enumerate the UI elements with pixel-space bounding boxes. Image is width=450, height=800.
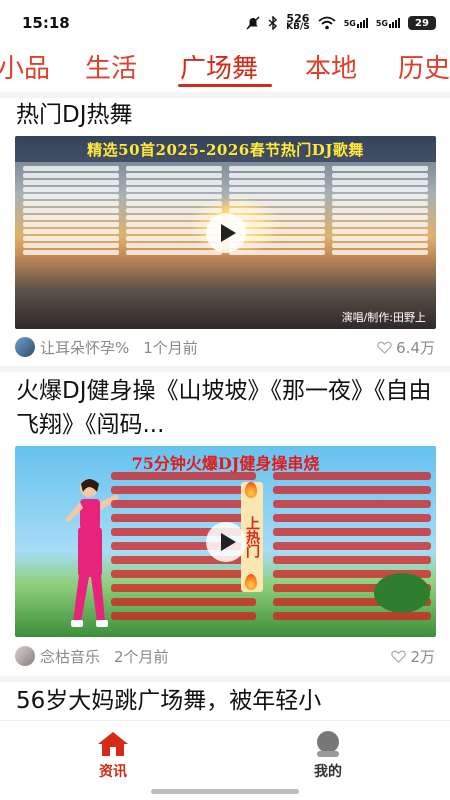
section-divider <box>0 366 450 372</box>
tree-graphic <box>374 573 430 613</box>
avatar[interactable] <box>15 337 35 357</box>
thumbnail-heading: 精选50首2025-2026春节热门DJ歌舞 <box>87 141 364 159</box>
profile-icon <box>317 731 339 757</box>
video-thumbnail[interactable]: 75分钟火爆DJ健身操串烧 上热门 <box>15 446 436 637</box>
tab-shenghuo[interactable]: 生活 <box>85 48 137 85</box>
like-count[interactable]: 6.4万 <box>377 337 435 358</box>
flame-icon <box>245 574 257 590</box>
section-divider <box>0 676 450 682</box>
status-icons: 526 KB/S 5G 5G 29 <box>246 12 436 32</box>
thumbnail-heading: 75分钟火爆DJ健身操串烧 <box>131 454 320 473</box>
flame-icon <box>245 482 257 498</box>
category-tabs: 小品 生活 广场舞 本地 历史 <box>0 44 450 90</box>
video-meta: 念枯音乐 2个月前 2万 <box>15 643 435 669</box>
battery-indicator: 29 <box>408 16 436 30</box>
publish-time: 1个月前 <box>143 338 198 357</box>
video-title[interactable]: 56岁大妈跳广场舞，被年轻小 <box>16 684 436 718</box>
mute-icon <box>246 16 260 30</box>
heart-icon <box>377 341 392 354</box>
status-bar: 15:18 526 KB/S 5G 5G 29 <box>0 0 450 46</box>
wifi-icon <box>318 16 336 30</box>
tab-guangchangwu[interactable]: 广场舞 <box>180 48 258 85</box>
like-count[interactable]: 2万 <box>391 646 435 667</box>
author-name[interactable]: 让耳朵怀孕% <box>40 337 129 358</box>
tab-xiaopin[interactable]: 小品 <box>0 48 50 85</box>
signal-strength-2: 5G <box>376 18 400 28</box>
signal-strength-1: 5G <box>344 18 368 28</box>
nav-profile[interactable]: 我的 <box>278 731 378 781</box>
video-thumbnail[interactable]: 精选50首2025-2026春节热门DJ歌舞 演唱/制作:田野上 <box>15 136 436 329</box>
video-title[interactable]: 热门DJ热舞 <box>16 98 436 132</box>
publish-time: 2个月前 <box>114 647 169 666</box>
play-button[interactable] <box>205 212 246 253</box>
nav-news[interactable]: 资讯 <box>63 731 163 781</box>
author-name[interactable]: 念枯音乐 <box>40 646 100 667</box>
network-speed: 526 KB/S <box>286 12 310 32</box>
thumbnail-credit: 演唱/制作:田野上 <box>341 311 426 324</box>
home-indicator[interactable] <box>151 789 299 794</box>
play-icon <box>220 223 236 242</box>
bottom-nav: 资讯 我的 <box>0 720 450 800</box>
nav-profile-label: 我的 <box>314 764 342 780</box>
play-button[interactable] <box>205 521 246 562</box>
play-icon <box>220 532 236 551</box>
active-tab-indicator <box>178 84 272 87</box>
nav-news-label: 资讯 <box>99 764 127 780</box>
status-time: 15:18 <box>22 14 70 32</box>
avatar[interactable] <box>15 646 35 666</box>
tab-lishi[interactable]: 历史 <box>398 48 450 85</box>
tab-bendi[interactable]: 本地 <box>305 48 357 85</box>
heart-icon <box>391 650 407 663</box>
video-meta: 让耳朵怀孕% 1个月前 6.4万 <box>15 334 435 360</box>
home-icon <box>98 732 128 756</box>
bluetooth-icon <box>268 16 278 30</box>
video-title[interactable]: 火爆DJ健身操《山坡坡》《那一夜》《自由飞翔》《闯码... <box>16 374 436 442</box>
